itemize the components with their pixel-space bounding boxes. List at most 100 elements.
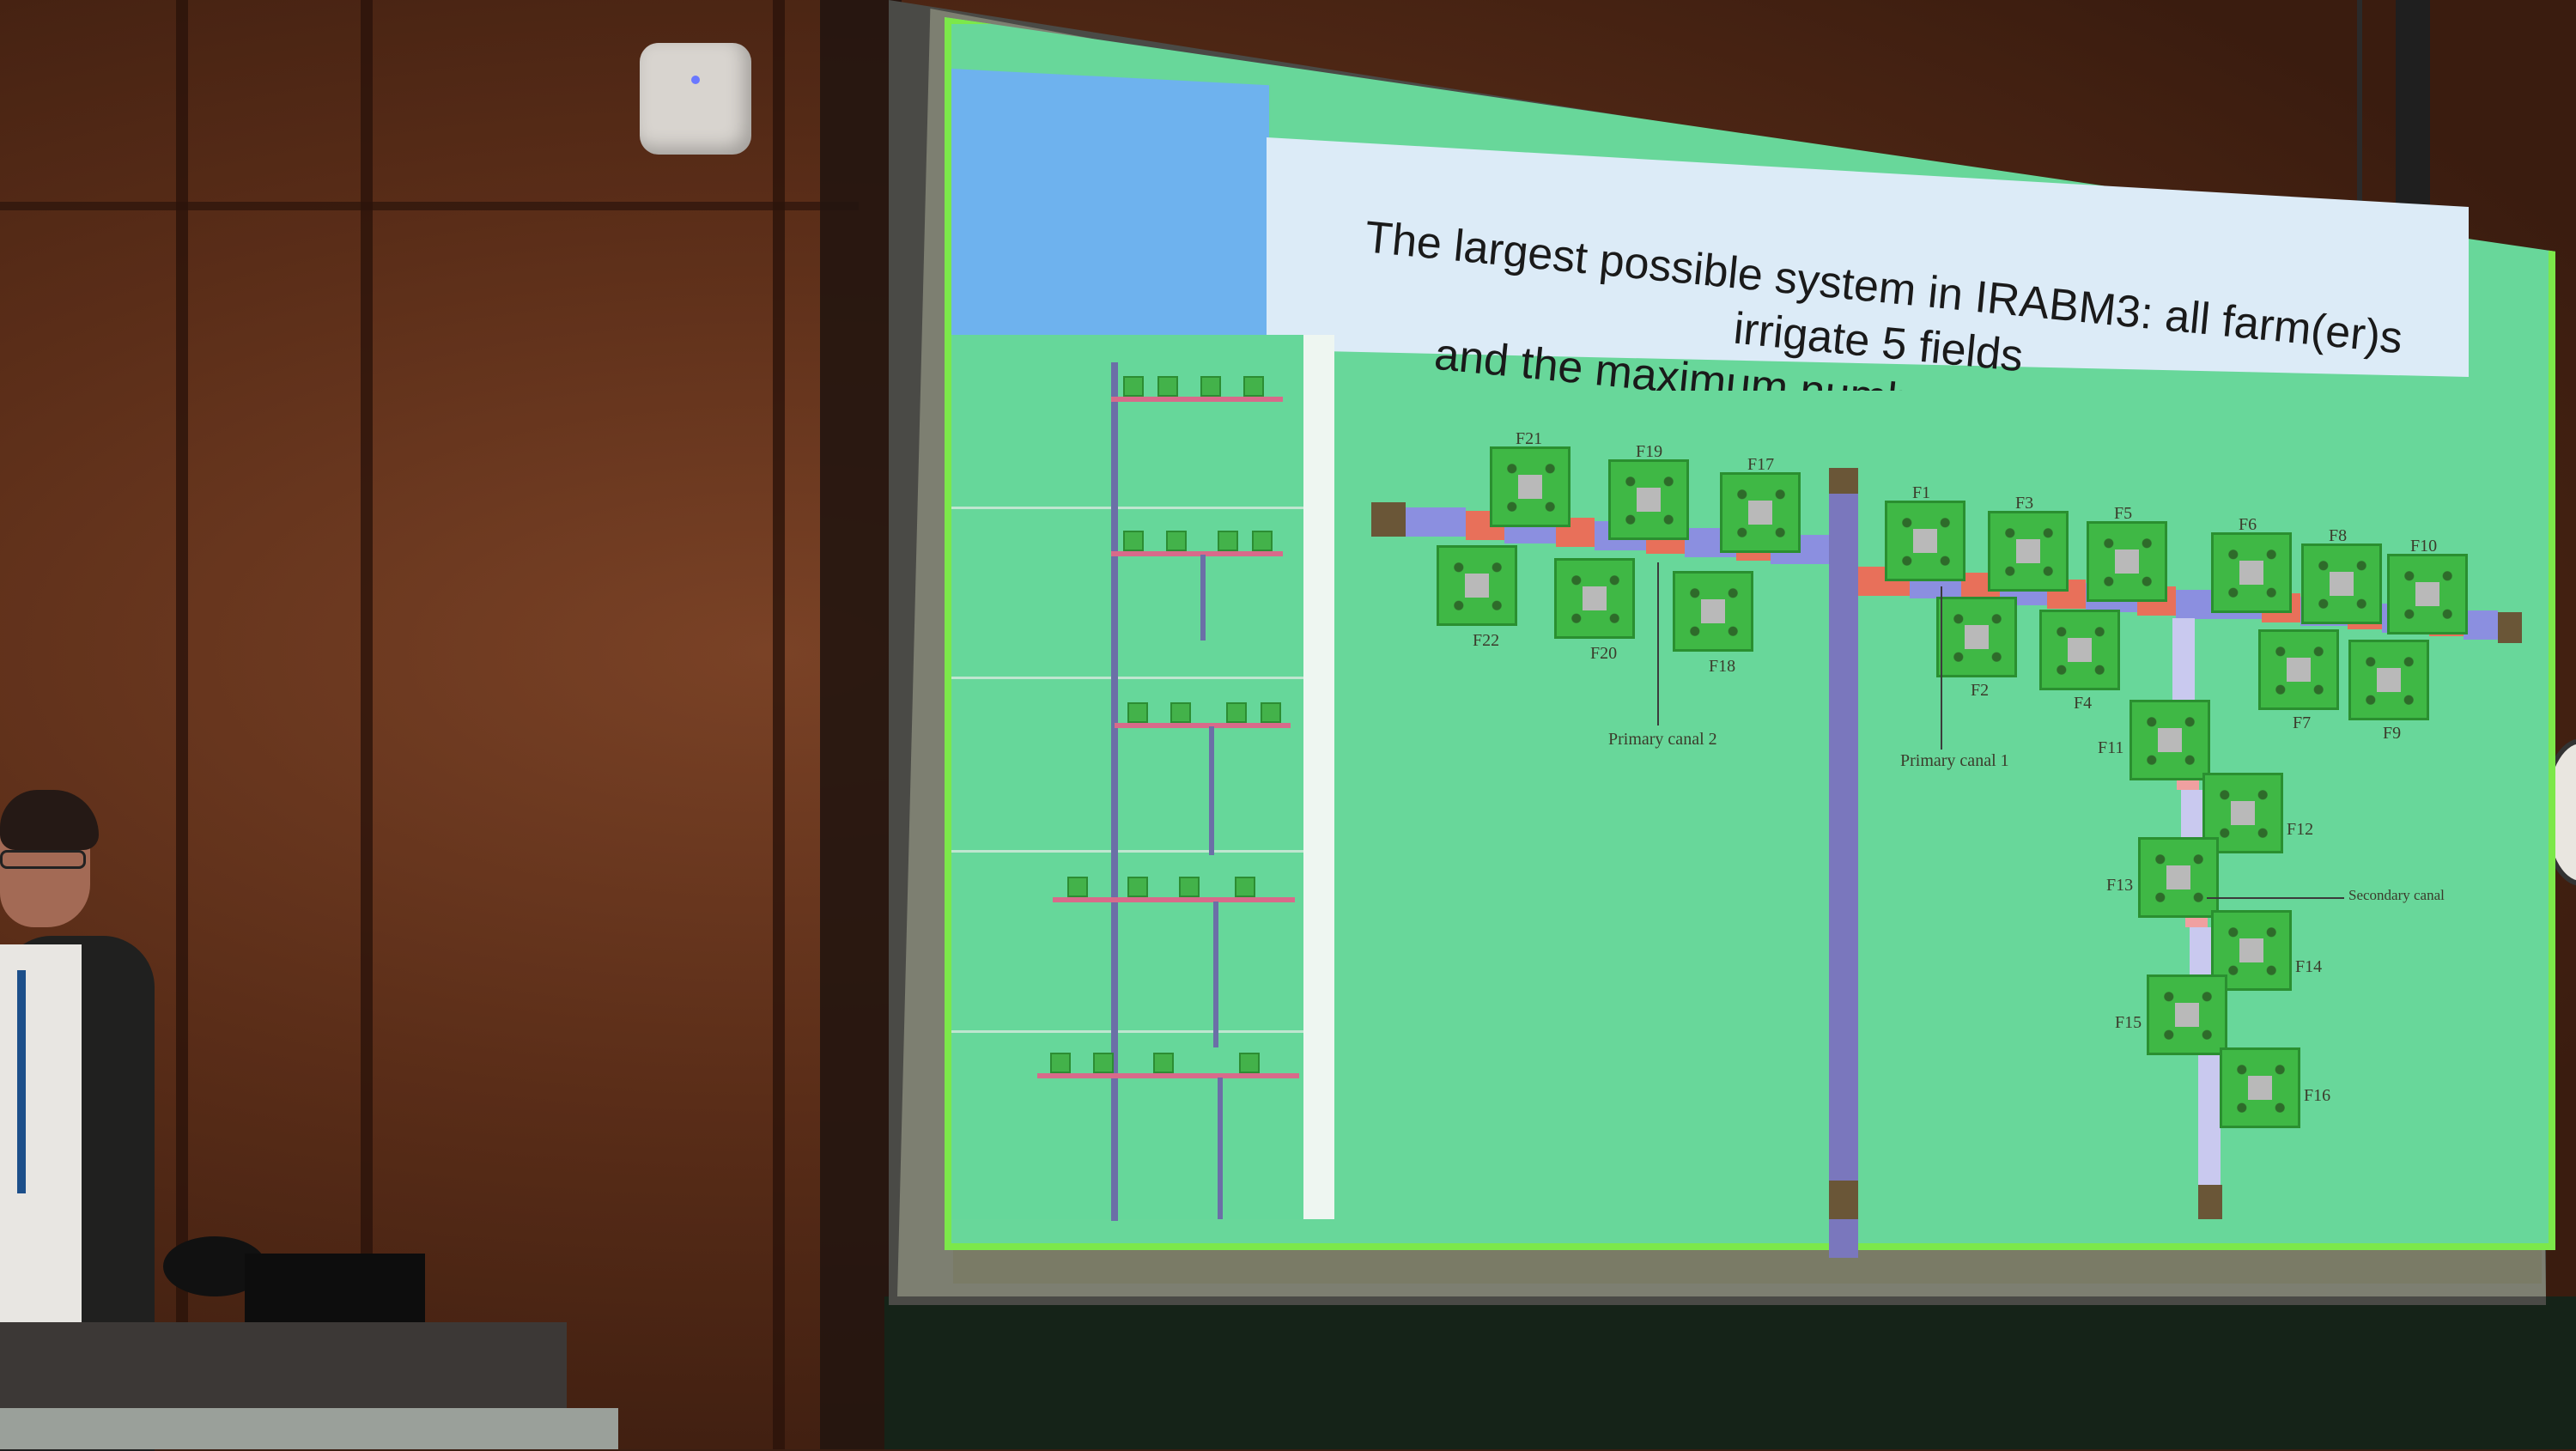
farm-f15 — [2147, 974, 2227, 1055]
thumbnail-separator — [951, 850, 1303, 853]
slide-blue-corner — [951, 69, 1269, 343]
farm-f6 — [2211, 532, 2292, 613]
canal-label-primary-2: Primary canal 2 — [1608, 730, 1717, 749]
thumbnail-canal-row — [1111, 397, 1283, 402]
farm-f17 — [1720, 472, 1801, 553]
thumbnail-primary-canal — [1111, 362, 1118, 1221]
farm-label: F7 — [2293, 713, 2312, 732]
canal-segment — [1406, 507, 1466, 537]
farm-label: F1 — [1912, 483, 1931, 502]
farm-f11 — [2129, 700, 2210, 780]
farm-f21 — [1490, 446, 1571, 527]
wall-seam — [0, 202, 859, 210]
farm-label: F9 — [2383, 724, 2402, 743]
status-led-icon — [691, 76, 700, 84]
thumbnail-canal-row — [1053, 897, 1295, 902]
presenter-hair — [0, 790, 99, 850]
farm-label: F5 — [2114, 504, 2133, 523]
thumbnail-canal-row — [1115, 723, 1291, 728]
pointer-line — [1941, 586, 1942, 750]
slide-divider-strip — [1303, 335, 1334, 1219]
farm-label: F20 — [1590, 644, 1618, 663]
thumbnail-field — [1166, 531, 1187, 551]
canal-segment — [2464, 610, 2498, 640]
thumbnail-field — [1218, 531, 1238, 551]
glasses-icon — [0, 850, 86, 869]
farm-label: F16 — [2304, 1086, 2331, 1105]
wall-panel-line — [773, 0, 785, 1449]
farm-f20 — [1554, 558, 1635, 639]
farm-label: F8 — [2329, 526, 2348, 545]
lanyard — [17, 970, 26, 1193]
farm-label: F14 — [2295, 957, 2323, 976]
farm-f9 — [2348, 640, 2429, 720]
farm-f1 — [1885, 501, 1965, 581]
thumbnail-field — [1179, 877, 1200, 897]
main-vertical-canal — [1829, 468, 1858, 1258]
canal-endpoint — [1829, 1181, 1858, 1219]
farm-f2 — [1936, 597, 2017, 677]
farm-label: F10 — [2410, 537, 2438, 556]
thumbnail-field — [1235, 877, 1255, 897]
pointer-line — [2207, 897, 2344, 899]
thumbnail-field — [1239, 1053, 1260, 1073]
thumbnail-secondary-canal — [1209, 726, 1214, 855]
thumbnail-field — [1127, 702, 1148, 723]
thumbnail-separator — [951, 1030, 1303, 1033]
farm-f5 — [2087, 521, 2167, 602]
canal-label-primary-1: Primary canal 1 — [1900, 751, 2009, 770]
podium-monitor — [245, 1254, 425, 1331]
thumbnail-secondary-canal — [1218, 1078, 1223, 1219]
farm-label: F6 — [2239, 515, 2257, 534]
canal-endpoint — [2498, 612, 2522, 643]
thumbnail-field — [1123, 376, 1144, 397]
wall-panel-line — [361, 0, 373, 1449]
farm-f18 — [1673, 571, 1753, 652]
thumbnail-field — [1123, 531, 1144, 551]
farm-f7 — [2258, 629, 2339, 710]
canal-endpoint — [1829, 468, 1858, 494]
canal-label-secondary: Secondary canal — [2348, 887, 2445, 903]
thumbnail-column — [951, 335, 1303, 1221]
ceiling-cable — [2357, 0, 2362, 223]
thumbnail-field — [1252, 531, 1273, 551]
farm-label: F21 — [1516, 429, 1543, 448]
farm-f16 — [2220, 1047, 2300, 1128]
canal-endpoint — [1371, 502, 1406, 537]
thumbnail-field — [1153, 1053, 1174, 1073]
thumbnail-separator — [951, 677, 1303, 679]
thumbnail-field — [1093, 1053, 1114, 1073]
farm-f10 — [2387, 554, 2468, 634]
farm-label: F19 — [1636, 442, 1663, 461]
farm-label: F18 — [1709, 657, 1736, 676]
wall-speaker — [640, 43, 751, 155]
farm-label: F4 — [2074, 694, 2093, 713]
thumbnail-field — [1170, 702, 1191, 723]
thumbnail-secondary-canal — [1213, 902, 1218, 1047]
thumbnail-field — [1127, 877, 1148, 897]
thumbnail-secondary-canal — [1200, 555, 1206, 641]
farm-label: F22 — [1473, 631, 1500, 650]
thumbnail-field — [1261, 702, 1281, 723]
farm-f19 — [1608, 459, 1689, 540]
farm-label: F2 — [1971, 681, 1990, 700]
thumbnail-canal-row — [1111, 551, 1283, 556]
pointer-line — [1657, 562, 1659, 726]
farm-f13 — [2138, 837, 2219, 918]
thumbnail-field — [1050, 1053, 1071, 1073]
secondary-canal-segment — [2198, 1047, 2221, 1185]
thumbnail-canal-row — [1037, 1073, 1299, 1078]
farm-label: F12 — [2287, 820, 2314, 839]
podium-edge — [0, 1408, 618, 1449]
farm-label: F17 — [1747, 455, 1775, 474]
wall-panel-line — [176, 0, 188, 1449]
farm-label: F13 — [2106, 876, 2134, 895]
farm-f22 — [1437, 545, 1517, 626]
thumbnail-field — [1243, 376, 1264, 397]
canal-endpoint — [2198, 1185, 2222, 1219]
farm-f4 — [2039, 610, 2120, 690]
irrigation-system-diagram: F21 F19 F17 F22 F20 F18 F1 F3 F5 F6 F8 F… — [1335, 391, 2537, 1258]
farm-f3 — [1988, 511, 2069, 592]
thumbnail-separator — [951, 507, 1303, 509]
thumbnail-field — [1226, 702, 1247, 723]
